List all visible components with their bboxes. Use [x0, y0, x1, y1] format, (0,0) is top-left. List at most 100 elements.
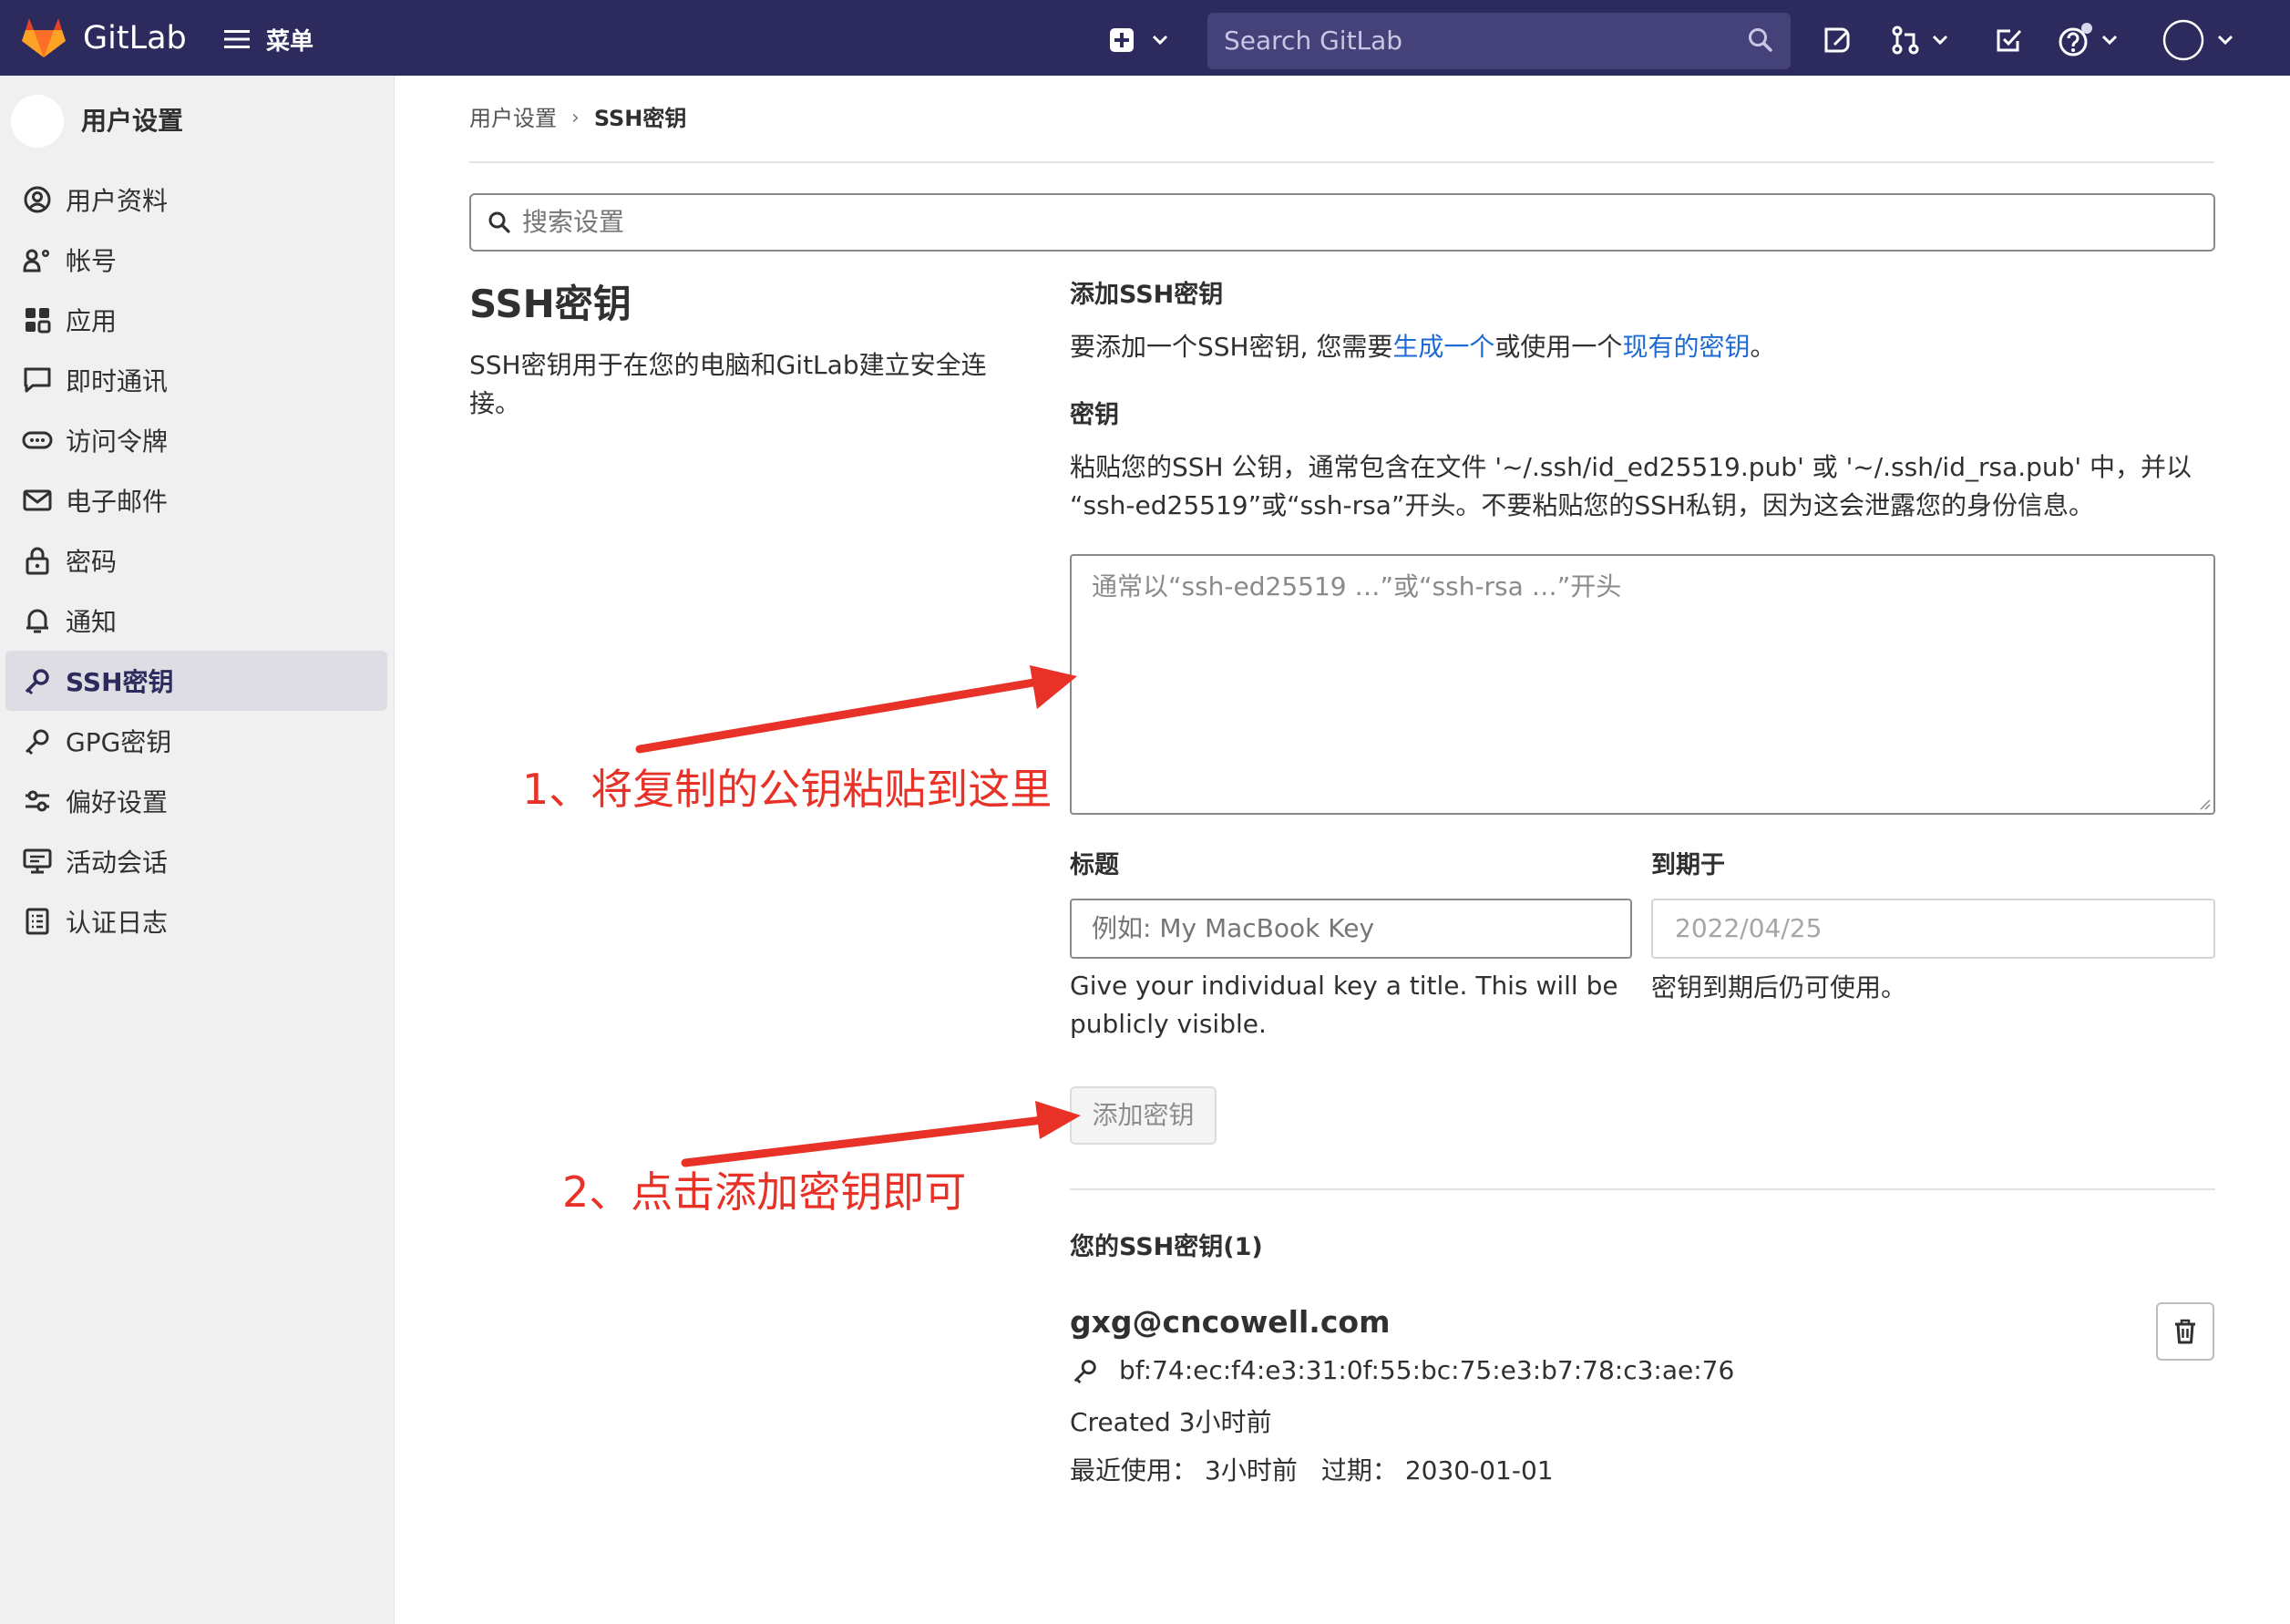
sidebar-item-notifications[interactable]: 通知 [0, 591, 395, 651]
chevron-down-icon [1932, 35, 1948, 46]
trash-icon [2175, 1319, 2195, 1344]
key-icon [22, 725, 53, 756]
sidebar-item-active-sessions[interactable]: 活动会话 [0, 831, 395, 891]
sidebar-item-auth-log[interactable]: 认证日志 [0, 891, 395, 951]
ssh-key-fingerprint-row: bf:74:ec:f4:e3:31:0f:55:bc:75:e3:b7:78:c… [1072, 1352, 1734, 1389]
breadcrumb-current[interactable]: SSH密钥 [594, 103, 687, 134]
user-avatar-icon [2162, 19, 2204, 61]
key-title-input[interactable]: 例如: My MacBook Key [1070, 899, 1632, 959]
sidebar-item-ssh-keys[interactable]: SSH密钥 [5, 651, 387, 711]
intro-middle: 或使用一个 [1494, 332, 1623, 362]
sidebar-title[interactable]: 用户设置 [81, 103, 183, 139]
generate-key-link[interactable]: 生成一个 [1392, 332, 1494, 362]
page-title: SSH密钥 [469, 282, 632, 326]
existing-key-link[interactable]: 现有的密钥 [1622, 332, 1750, 362]
sidebar-item-chat[interactable]: 即时通讯 [0, 350, 395, 410]
your-ssh-keys-heading: 您的SSH密钥(1) [1070, 1233, 1263, 1261]
search-icon [488, 211, 510, 233]
global-search[interactable]: Search GitLab [1207, 13, 1791, 69]
log-icon [22, 906, 53, 937]
title-label: 标题 [1070, 851, 1119, 879]
key-help-line2: “ssh-ed25519”或“ssh-rsa”开头。不要粘贴您的SSH私钥，因为… [1070, 490, 2095, 520]
hamburger-icon [224, 30, 250, 48]
token-icon [22, 425, 53, 456]
sidebar-item-access-tokens[interactable]: 访问令牌 [0, 410, 395, 470]
search-input[interactable]: Search GitLab [1224, 13, 1402, 69]
intro-prefix: 要添加一个SSH密钥, 您需要 [1070, 332, 1393, 362]
lock-icon [22, 545, 53, 576]
sidebar-item-label: 认证日志 [66, 908, 169, 938]
sidebar-item-label: SSH密钥 [66, 667, 174, 697]
intro-suffix: 。 [1750, 332, 1776, 362]
merge-requests-button[interactable] [1890, 20, 1952, 60]
search-settings-input[interactable]: 搜索设置 [469, 193, 2215, 252]
new-item-icon [1110, 28, 1134, 52]
sidebar-item-label: 帐号 [66, 246, 118, 276]
expires-label: 到期于 [1651, 851, 1725, 879]
chevron-down-icon [2217, 35, 2234, 46]
key-icon [1073, 1360, 1096, 1384]
user-menu-button[interactable] [2162, 19, 2237, 61]
top-navbar: GitLab 菜单 Search GitLab [0, 0, 2290, 76]
ssh-key-title[interactable]: gxg@cncowell.com [1070, 1302, 1390, 1342]
expires-date-value: 2022/04/25 [1675, 913, 1823, 943]
search-icon [1749, 28, 1772, 52]
last-used-label: 最近使用： [1070, 1455, 1198, 1485]
sidebar-item-label: 用户资料 [66, 186, 169, 216]
key-label: 密钥 [1070, 401, 1119, 429]
annotation-arrow-1 [635, 665, 1077, 754]
title-help-line1: Give your individual key a title. This w… [1070, 971, 1618, 1001]
chevron-down-icon [1152, 35, 1168, 46]
account-icon [22, 244, 53, 275]
add-ssh-key-intro: 要添加一个SSH密钥, 您需要生成一个或使用一个现有的密钥。 [1070, 328, 1775, 366]
sidebar-item-label: 通知 [66, 607, 118, 637]
todos-button[interactable] [1994, 20, 2025, 60]
expires-date-input[interactable]: 2022/04/25 [1651, 899, 2215, 959]
breadcrumb: 用户设置 › SSH密钥 [469, 103, 686, 134]
sidebar-item-preferences[interactable]: 偏好设置 [0, 771, 395, 831]
key-help-line1: 粘贴您的SSH 公钥，通常包含在文件 '~/.ssh/id_ed25519.pu… [1070, 452, 2192, 482]
add-key-button[interactable]: 添加密钥 [1070, 1086, 1217, 1145]
annotation-step2: 2、点击添加密钥即可 [562, 1167, 967, 1217]
sidebar-item-profile[interactable]: 用户资料 [0, 170, 395, 230]
sidebar-item-label: 密码 [66, 547, 118, 577]
menu-label: 菜单 [266, 27, 314, 56]
resize-handle-icon[interactable] [2198, 797, 2211, 810]
annotation-arrow-2 [681, 1101, 1081, 1167]
sidebar-item-label: 访问令牌 [66, 427, 169, 457]
applications-icon [22, 304, 53, 335]
sidebar-item-label: 活动会话 [66, 848, 169, 878]
sidebar-item-label: 应用 [66, 306, 118, 336]
merge-requests-icon [1892, 26, 1919, 55]
add-ssh-key-heading: 添加SSH密钥 [1070, 281, 1224, 309]
gitlab-logo-icon[interactable] [20, 15, 67, 59]
ssh-key-placeholder: 通常以“ssh-ed25519 …”或“ssh-rsa …”开头 [1092, 571, 1622, 601]
key-icon [22, 665, 53, 696]
key-title-placeholder: 例如: My MacBook Key [1092, 913, 1375, 943]
chevron-down-icon [2101, 35, 2118, 46]
sidebar-item-emails[interactable]: 电子邮件 [0, 470, 395, 530]
settings-sidebar: 用户设置 用户资料 帐号 应用 即时通讯 访问令牌 电子邮件 密码 通知 SSH… [0, 76, 395, 1624]
sidebar-item-password[interactable]: 密码 [0, 530, 395, 591]
mail-icon [22, 485, 53, 516]
ssh-key-textarea[interactable]: 通常以“ssh-ed25519 …”或“ssh-rsa …”开头 [1070, 554, 2215, 815]
avatar[interactable] [11, 95, 64, 148]
sidebar-item-gpg-keys[interactable]: GPG密钥 [0, 711, 395, 771]
sidebar-nav: 用户资料 帐号 应用 即时通讯 访问令牌 电子邮件 密码 通知 SSH密钥 GP… [0, 170, 395, 951]
new-item-dropdown[interactable] [1108, 23, 1172, 57]
brand-name[interactable]: GitLab [83, 18, 187, 58]
divider [1070, 1188, 2215, 1190]
bell-icon [22, 605, 53, 636]
sidebar-item-label: 即时通讯 [66, 366, 169, 396]
help-button[interactable] [2058, 20, 2121, 60]
help-icon [2059, 23, 2092, 57]
chat-icon [22, 365, 53, 396]
delete-key-button[interactable] [2156, 1302, 2214, 1361]
issues-button[interactable] [1822, 20, 1853, 60]
sidebar-item-applications[interactable]: 应用 [0, 290, 395, 350]
menu-button[interactable]: 菜单 [224, 24, 314, 56]
breadcrumb-parent[interactable]: 用户设置 [469, 103, 557, 134]
expires-help: 密钥到期后仍可使用。 [1651, 972, 1907, 1002]
sidebar-item-label: GPG密钥 [66, 727, 172, 757]
sidebar-item-account[interactable]: 帐号 [0, 230, 395, 290]
